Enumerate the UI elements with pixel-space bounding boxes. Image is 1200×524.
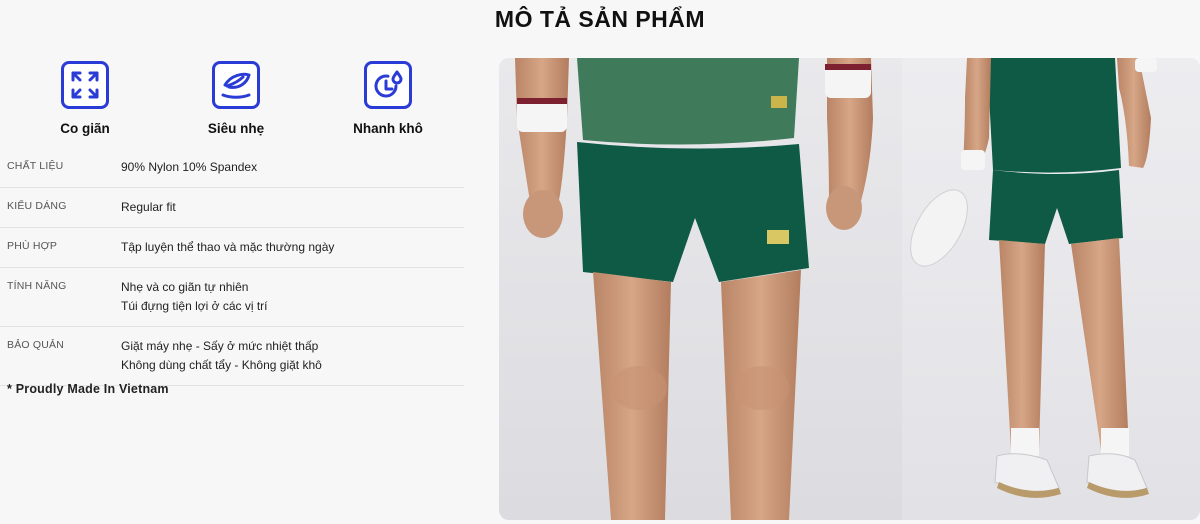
spec-value: Regular fit	[121, 198, 176, 217]
spec-row-care: BẢO QUẢN Giặt máy nhẹ - Sấy ở mức nhiệt …	[0, 327, 464, 386]
spec-line: Giặt máy nhẹ - Sấy ở mức nhiệt thấp	[121, 339, 319, 353]
feature-label: Siêu nhẹ	[207, 121, 265, 136]
spec-key: KIỂU DÁNG	[7, 200, 67, 212]
spec-row-fit: KIỂU DÁNG Regular fit	[0, 188, 464, 228]
spec-key: TÍNH NĂNG	[7, 280, 67, 292]
feature-quick-dry: Nhanh khô	[333, 61, 443, 136]
spec-line: Nhẹ và co giãn tự nhiên	[121, 280, 249, 294]
feather-light-icon	[212, 61, 260, 109]
spec-line: Không dùng chất tẩy - Không giặt khô	[121, 358, 322, 372]
spec-row-suitable: PHÙ HỢP Tập luyện thể thao và mặc thường…	[0, 228, 464, 268]
spec-value: Giặt máy nhẹ - Sấy ở mức nhiệt thấp Khôn…	[121, 337, 322, 375]
made-in-note: * Proudly Made In Vietnam	[7, 382, 169, 396]
feature-light: Siêu nhẹ	[181, 61, 291, 136]
spec-line: Regular fit	[121, 200, 176, 214]
page-title: MÔ TẢ SẢN PHẨM	[494, 6, 706, 32]
quick-dry-timer-icon	[364, 61, 412, 109]
spec-row-features: TÍNH NĂNG Nhẹ và co giãn tự nhiên Túi đự…	[0, 268, 464, 327]
spec-line: Túi đựng tiện lợi ở các vị trí	[121, 299, 268, 313]
spec-key: BẢO QUẢN	[7, 339, 65, 351]
product-image	[499, 58, 1200, 520]
spec-line: Tập luyện thể thao và mặc thường ngày	[121, 240, 335, 254]
feature-label: Co giãn	[60, 121, 110, 136]
feature-stretch: Co giãn	[30, 61, 140, 136]
spec-row-material: CHẤT LIỆU 90% Nylon 10% Spandex	[0, 148, 464, 188]
spec-value: Tập luyện thể thao và mặc thường ngày	[121, 238, 334, 257]
spec-key: CHẤT LIỆU	[7, 160, 64, 172]
spec-key: PHÙ HỢP	[7, 240, 58, 252]
spec-table: CHẤT LIỆU 90% Nylon 10% Spandex KIỂU DÁN…	[0, 148, 464, 386]
spec-line: 90% Nylon 10% Spandex	[121, 160, 258, 174]
spec-value: 90% Nylon 10% Spandex	[121, 158, 257, 177]
feature-label: Nhanh khô	[353, 121, 423, 136]
expand-icon	[61, 61, 109, 109]
spec-value: Nhẹ và co giãn tự nhiên Túi đựng tiện lợ…	[121, 278, 267, 316]
feature-list: Co giãn Siêu nhẹ Nhanh khô	[30, 61, 450, 141]
